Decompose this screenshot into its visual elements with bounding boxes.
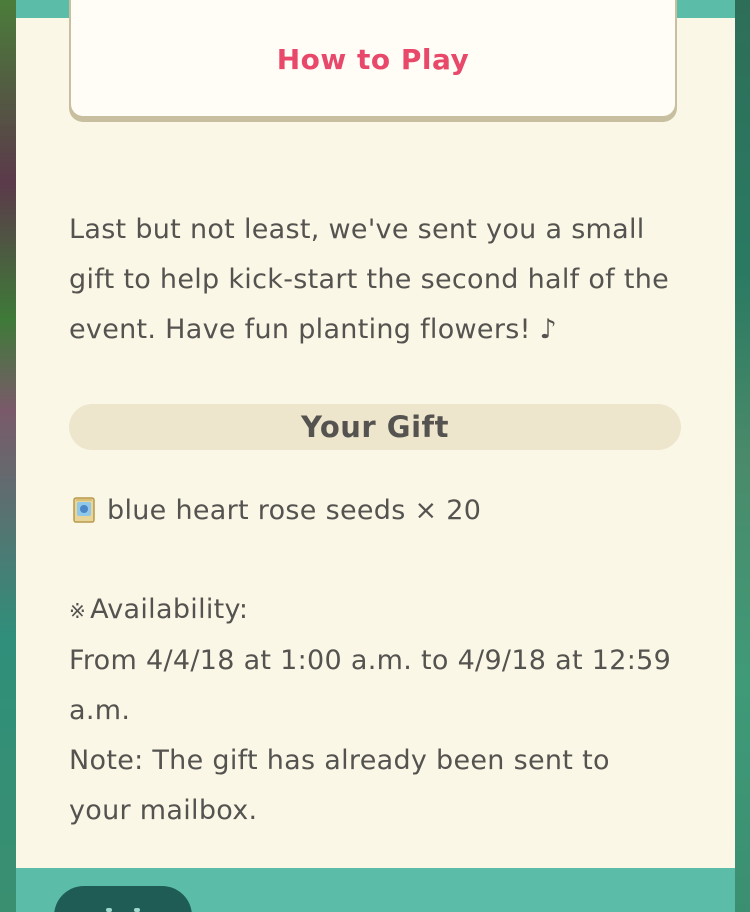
gift-item: blue heart rose seeds × 20 [69, 485, 481, 535]
availability-label: Availability: [90, 594, 249, 625]
availability-block: ※ Availability: From 4/4/18 at 1:00 a.m. … [69, 585, 679, 836]
intro-text: Last but not least, we've sent you a sma… [69, 214, 670, 345]
availability-note: Note: The gift has already been sent to … [69, 745, 610, 826]
background-foliage-left [0, 0, 16, 912]
how-to-play-button[interactable]: How to Play [69, 0, 677, 118]
gift-header-label: Your Gift [300, 410, 450, 444]
availability-dates: From 4/4/18 at 1:00 a.m. to 4/9/18 at 12… [69, 645, 672, 726]
gift-item-text: blue heart rose seeds × 20 [107, 494, 482, 526]
reference-mark: ※ [69, 599, 87, 623]
availability-heading: ※ Availability: [69, 585, 679, 636]
news-panel: How to Play Last but not least, we've se… [16, 0, 735, 912]
gift-section-header: Your Gift [69, 404, 681, 450]
how-to-play-label: How to Play [276, 42, 470, 76]
bottom-menu-tab[interactable] [54, 886, 192, 912]
seed-packet-icon [73, 497, 95, 523]
background-foliage-right [734, 0, 750, 912]
tab-dots-icon [106, 908, 140, 912]
